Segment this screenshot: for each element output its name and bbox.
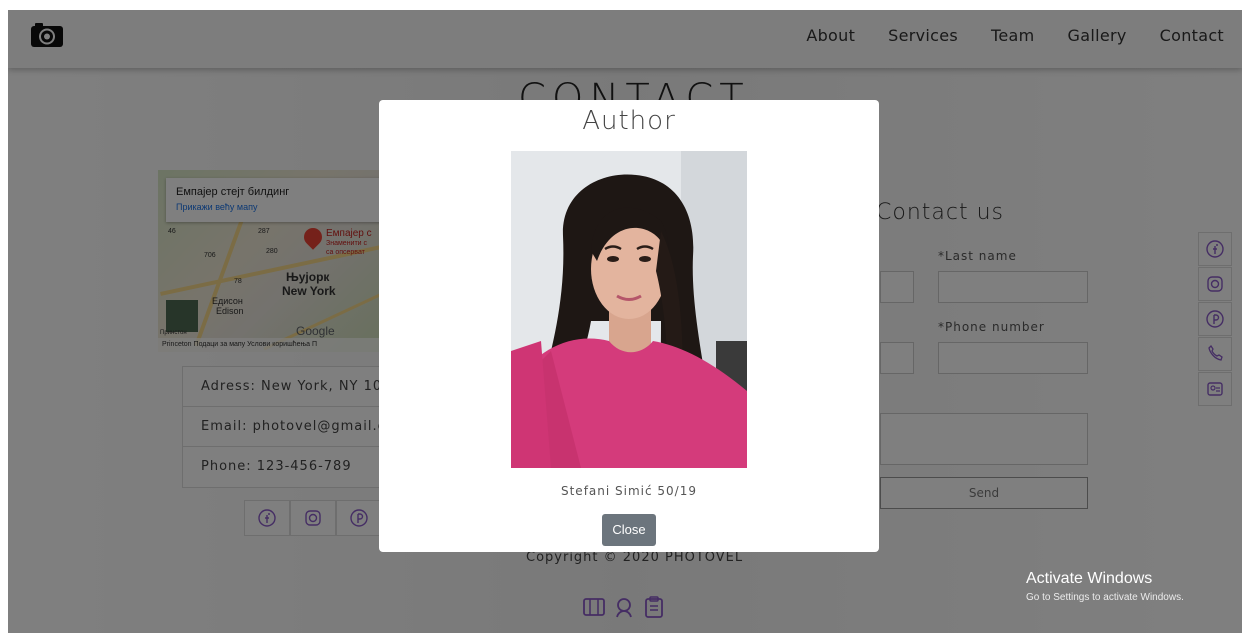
activate-title: Activate Windows	[1026, 570, 1153, 587]
close-button[interactable]: Close	[602, 514, 656, 546]
browser-viewport: About Services Team Gallery Contact CONT…	[0, 0, 1250, 633]
author-caption: Stefani Simić 50/19	[560, 484, 697, 498]
author-modal: Author Stefani Simić 50/19 Close	[379, 100, 879, 552]
author-photo	[511, 151, 747, 468]
activate-subtitle: Go to Settings to activate Windows.	[1026, 592, 1184, 603]
modal-title: Author	[582, 106, 676, 136]
windows-activation-watermark: Activate Windows Go to Settings to activ…	[1026, 570, 1184, 603]
